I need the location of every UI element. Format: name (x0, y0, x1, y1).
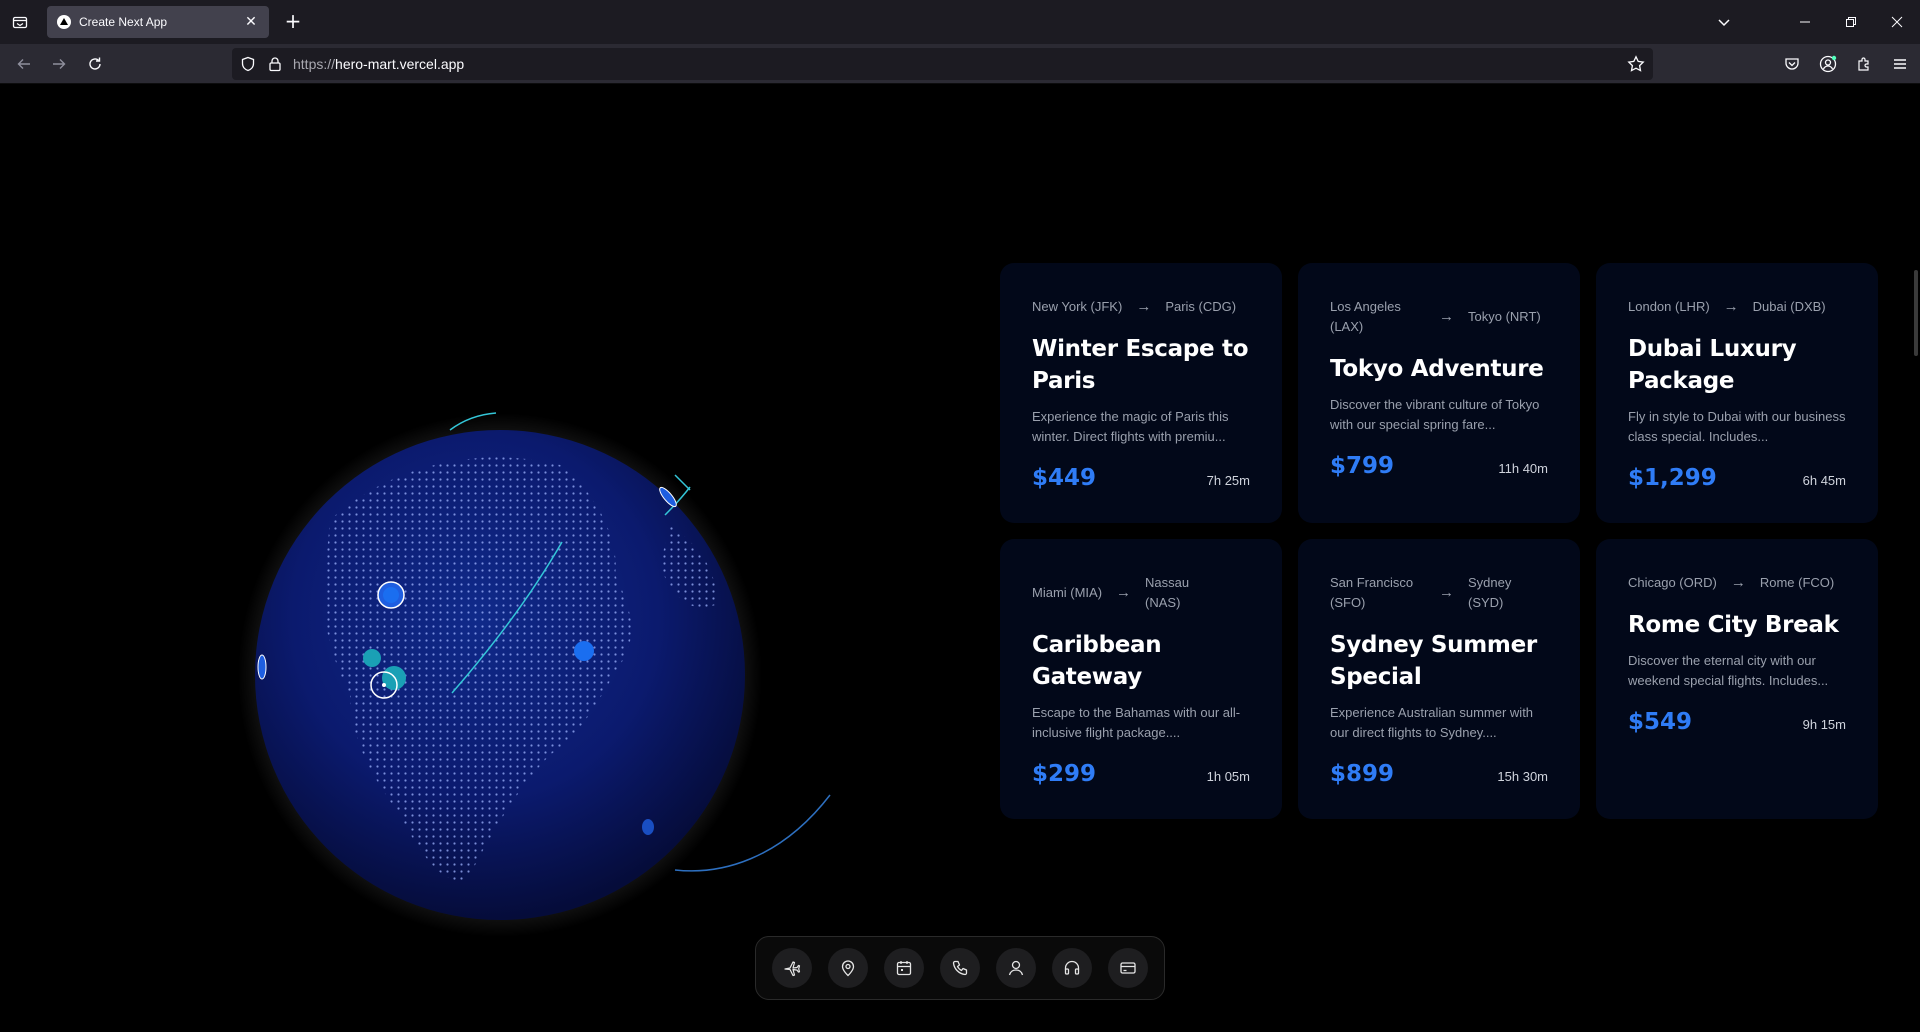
lock-icon[interactable] (267, 56, 283, 76)
deal-price: $299 (1032, 761, 1097, 787)
deal-title: Rome City Break (1628, 612, 1839, 638)
tab-title: Create Next App (79, 15, 168, 29)
deal-card[interactable]: Los Angeles (LAX) → Tokyo (NRT) Tokyo Ad… (1298, 263, 1580, 523)
dock-flights-button[interactable] (772, 948, 812, 988)
minimize-icon[interactable] (1782, 0, 1828, 44)
route: Miami (MIA) → Nassau (NAS) (1032, 573, 1250, 613)
deal-title: Tokyo Adventure (1330, 356, 1544, 382)
flight-duration: 7h 25m (1206, 473, 1250, 488)
back-arrow-icon[interactable] (12, 52, 36, 76)
url-text[interactable]: https://hero-mart.vercel.app (293, 56, 464, 72)
flight-deals-grid: New York (JFK) → Paris (CDG) Winter Esca… (1000, 263, 1880, 819)
deal-title: Caribbean Gateway (1032, 632, 1162, 690)
destination: Sydney (SYD) (1468, 575, 1512, 610)
page-content: New York (JFK) → Paris (CDG) Winter Esca… (0, 85, 1920, 1032)
deal-price: $449 (1032, 465, 1097, 491)
origin: Chicago (ORD) (1628, 575, 1717, 590)
deal-card[interactable]: New York (JFK) → Paris (CDG) Winter Esca… (1000, 263, 1282, 523)
destination: Tokyo (NRT) (1468, 309, 1541, 324)
forward-arrow-icon[interactable] (47, 52, 71, 76)
origin: New York (JFK) (1032, 299, 1123, 314)
dock-destinations-button[interactable] (828, 948, 868, 988)
browser-tab-bar: Create Next App ✕ + (0, 0, 1920, 44)
bookmark-star-icon[interactable] (1627, 55, 1645, 77)
phone-icon (952, 960, 968, 976)
address-bar[interactable]: https://hero-mart.vercel.app (232, 48, 1653, 80)
arrow-right-icon: → (1439, 308, 1454, 325)
browser-nav-bar: https://hero-mart.vercel.app (0, 44, 1920, 84)
destination: Dubai (DXB) (1752, 299, 1826, 314)
close-window-icon[interactable] (1874, 0, 1920, 44)
deal-card[interactable]: Miami (MIA) → Nassau (NAS) Caribbean Gat… (1000, 539, 1282, 819)
extensions-icon[interactable] (1852, 52, 1876, 76)
menu-hamburger-icon[interactable] (1888, 52, 1912, 76)
flight-duration: 11h 40m (1498, 461, 1548, 476)
browser-tab-active[interactable]: Create Next App ✕ (47, 6, 269, 38)
dock-call-button[interactable] (940, 948, 980, 988)
route: Los Angeles (LAX) → Tokyo (NRT) (1330, 297, 1548, 337)
flight-duration: 1h 05m (1206, 769, 1250, 784)
restore-icon[interactable] (1828, 0, 1874, 44)
deal-price: $549 (1628, 709, 1693, 735)
origin: San Francisco (SFO) (1330, 575, 1414, 610)
tracking-shield-icon[interactable] (240, 56, 256, 76)
deal-description: Fly in style to Dubai with our business … (1628, 409, 1846, 444)
deal-card[interactable]: San Francisco (SFO) → Sydney (SYD) Sydne… (1298, 539, 1580, 819)
nextjs-favicon-icon (57, 15, 71, 29)
url-host: hero-mart.vercel.app (335, 56, 465, 72)
user-icon (1008, 960, 1024, 976)
headset-icon (1064, 960, 1080, 975)
deal-description: Discover the vibrant culture of Tokyo wi… (1330, 397, 1540, 432)
deal-title: Sydney Summer Special (1330, 632, 1537, 690)
route: London (LHR) → Dubai (DXB) (1628, 297, 1846, 317)
deal-description: Escape to the Bahamas with our all-inclu… (1032, 705, 1241, 740)
arrow-right-icon: → (1136, 298, 1152, 315)
arrow-right-icon: → (1723, 298, 1739, 315)
arrow-right-icon: → (1730, 574, 1746, 591)
deal-description: Experience the magic of Paris this winte… (1032, 409, 1229, 444)
arrow-right-icon: → (1116, 584, 1132, 601)
dock-payment-button[interactable] (1108, 948, 1148, 988)
dock-support-button[interactable] (1052, 948, 1092, 988)
deal-card[interactable]: Chicago (ORD) → Rome (FCO) Rome City Bre… (1596, 539, 1878, 819)
tab-list-icon[interactable] (8, 10, 32, 34)
tab-close-icon[interactable]: ✕ (243, 14, 259, 30)
deal-title: Dubai Luxury Package (1628, 336, 1797, 394)
flight-duration: 15h 30m (1497, 769, 1548, 784)
destination: Rome (FCO) (1759, 575, 1835, 590)
route: Chicago (ORD) → Rome (FCO) (1628, 573, 1846, 593)
flight-duration: 9h 15m (1802, 717, 1846, 732)
deal-description: Discover the eternal city with our weeke… (1628, 653, 1829, 688)
interactive-globe[interactable] (220, 315, 860, 955)
list-all-tabs-icon[interactable] (1712, 10, 1736, 34)
deal-price: $1,299 (1628, 465, 1717, 491)
deal-card[interactable]: London (LHR) → Dubai (DXB) Dubai Luxury … (1596, 263, 1878, 523)
url-protocol: https:// (293, 56, 336, 72)
pocket-icon[interactable] (1780, 52, 1804, 76)
dock-profile-button[interactable] (996, 948, 1036, 988)
dock-calendar-button[interactable] (884, 948, 924, 988)
calendar-icon (896, 961, 912, 976)
deal-description: Experience Australian summer with our di… (1330, 705, 1534, 740)
card-icon (1120, 962, 1136, 974)
deal-title: Winter Escape to Paris (1032, 336, 1249, 394)
plane-icon (784, 961, 801, 977)
scrollbar-thumb[interactable] (1914, 270, 1918, 356)
origin: Miami (MIA) (1032, 585, 1103, 600)
origin: London (LHR) (1628, 299, 1710, 314)
destination: Nassau (NAS) (1145, 575, 1190, 610)
arrow-right-icon: → (1439, 584, 1454, 601)
account-icon[interactable] (1816, 52, 1840, 76)
map-pin-icon (841, 960, 855, 977)
origin: Los Angeles (LAX) (1330, 299, 1401, 334)
destination: Paris (CDG) (1165, 299, 1237, 314)
deal-price: $899 (1330, 761, 1395, 787)
deal-price: $799 (1330, 453, 1395, 479)
route: San Francisco (SFO) → Sydney (SYD) (1330, 573, 1548, 613)
new-tab-button[interactable]: + (281, 10, 305, 34)
reload-icon[interactable] (83, 52, 107, 76)
bottom-dock (755, 936, 1165, 1000)
flight-duration: 6h 45m (1802, 473, 1846, 488)
route: New York (JFK) → Paris (CDG) (1032, 297, 1250, 317)
